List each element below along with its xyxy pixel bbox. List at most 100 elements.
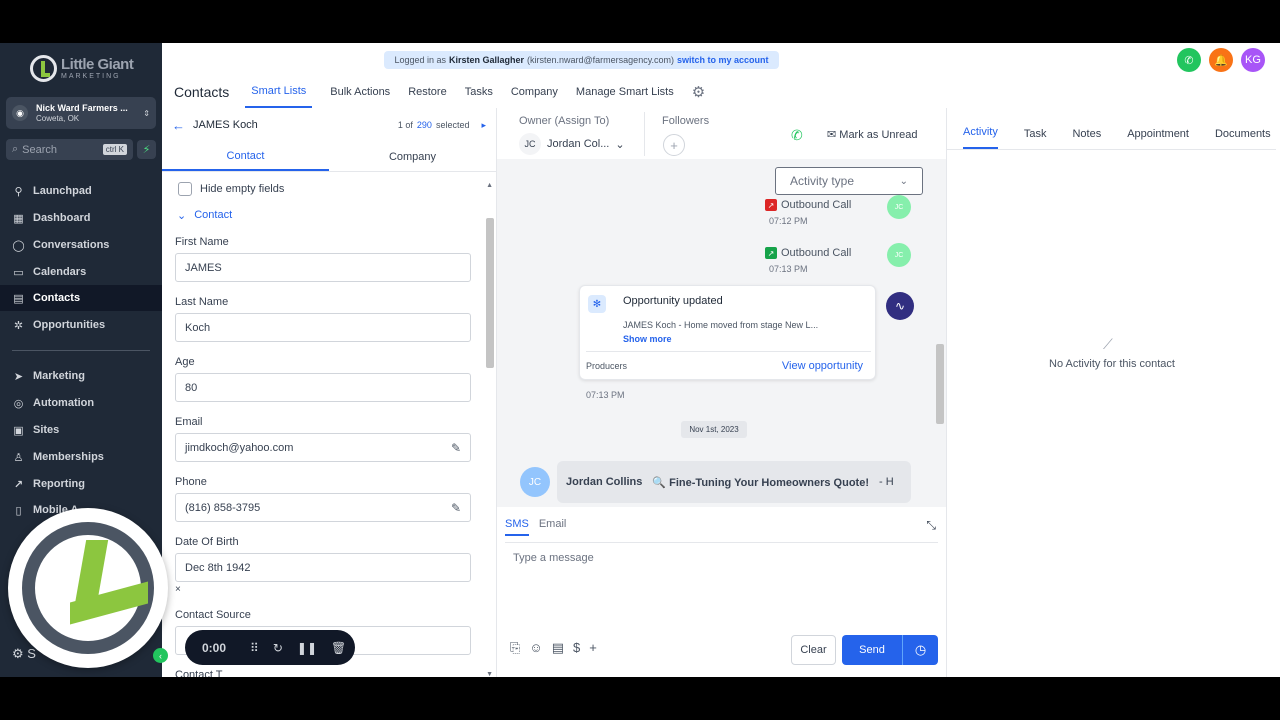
clear-button[interactable]: Clear <box>791 635 836 665</box>
tab-bulk-actions[interactable]: Bulk Actions <box>330 76 390 108</box>
sidebar-item-label: Memberships <box>33 451 104 463</box>
attachment-icon[interactable]: ⎘ <box>510 640 520 656</box>
form-scrollbar[interactable] <box>486 218 494 368</box>
sidebar-item-memberships[interactable]: ♙ Memberships <box>0 444 162 470</box>
last-name-field[interactable]: Koch <box>175 313 471 342</box>
drag-handle-icon[interactable]: ⠿ <box>250 641 259 655</box>
notifications-button[interactable]: 🔔 <box>1209 48 1233 72</box>
age-field[interactable]: 80 <box>175 373 471 402</box>
payment-icon[interactable]: $ <box>573 640 580 656</box>
tab-sms[interactable]: SMS <box>505 518 529 536</box>
calendar-icon: ▭ <box>13 266 24 279</box>
sidebar-item-settings[interactable]: ⚙ S <box>12 646 36 662</box>
tab-restore[interactable]: Restore <box>408 76 447 108</box>
sidebar-item-opportunities[interactable]: ✲ Opportunities <box>0 312 162 338</box>
search-shortcut: ctrl K <box>102 144 127 155</box>
scroll-down-icon[interactable]: ▼ <box>486 671 493 677</box>
tab-notes[interactable]: Notes <box>1072 128 1101 149</box>
tab-activity[interactable]: Activity <box>963 126 998 149</box>
view-opportunity-link[interactable]: View opportunity <box>782 360 863 372</box>
gear-icon[interactable]: ⚙ <box>692 83 705 101</box>
tab-smart-lists[interactable]: Smart Lists <box>245 76 313 108</box>
tab-contact[interactable]: Contact <box>162 142 329 171</box>
sidebar-item-reporting[interactable]: ↗ Reporting <box>0 471 162 497</box>
search-input[interactable]: ⌕ Search ctrl K <box>6 139 133 160</box>
tab-company[interactable]: Company <box>329 142 496 171</box>
owner-avatar: JC <box>519 133 541 155</box>
owner-name: Jordan Col... <box>547 138 610 150</box>
field-label: Phone <box>175 476 207 488</box>
next-contact-icon[interactable]: ▸ <box>481 120 486 131</box>
tab-appointment[interactable]: Appointment <box>1127 128 1189 149</box>
page-count[interactable]: 290 <box>417 120 432 131</box>
email-field[interactable]: jimdkoch@yahoo.com ✎ <box>175 433 471 462</box>
tab-documents[interactable]: Documents <box>1215 128 1271 149</box>
sidebar-item-contacts[interactable]: ▤ Contacts <box>0 285 162 311</box>
phone-button[interactable]: ✆ <box>1177 48 1201 72</box>
field-label: Contact Source <box>175 609 251 621</box>
tab-email[interactable]: Email <box>539 518 567 536</box>
section-contact[interactable]: ⌄ Contact <box>175 209 471 222</box>
sidebar-item-label: Marketing <box>33 370 85 382</box>
tab-manage-smart-lists[interactable]: Manage Smart Lists <box>576 76 674 108</box>
back-arrow-icon[interactable]: ← <box>172 118 185 133</box>
impersonation-banner: Logged in as Kirsten Gallagher (kirsten.… <box>384 51 779 69</box>
collapse-icon[interactable]: ⤡ <box>926 518 936 533</box>
account-switcher[interactable]: ◉ Nick Ward Farmers ... Coweta, OK ⇕ <box>6 97 156 129</box>
collapse-sidebar-button[interactable]: ‹ <box>153 648 168 663</box>
pencil-icon[interactable]: ✎ <box>451 441 461 455</box>
first-name-field[interactable]: JAMES <box>175 253 471 282</box>
template-icon[interactable]: ▤ <box>552 640 564 656</box>
hide-empty-toggle[interactable]: Hide empty fields <box>175 182 471 196</box>
mark-unread-button[interactable]: ✉ Mark as Unread <box>827 128 918 141</box>
pause-icon[interactable]: ❚❚ <box>297 641 317 655</box>
sidebar-item-label: Automation <box>33 397 95 409</box>
contact-header: ← JAMES Koch 1 of 290 selected ▸ <box>162 108 496 142</box>
brand-logo[interactable]: Little Giant MARKETING <box>30 55 134 82</box>
pencil-icon[interactable]: ✎ <box>451 501 461 515</box>
show-more-link[interactable]: Show more <box>623 334 672 344</box>
checkbox[interactable] <box>178 182 192 196</box>
checkbox-label: Hide empty fields <box>200 183 285 195</box>
scroll-up-icon[interactable]: ▲ <box>486 182 493 189</box>
chart-icon: ⟋ <box>1103 336 1113 352</box>
emoji-icon[interactable]: ☺ <box>529 640 542 656</box>
sidebar-item-calendars[interactable]: ▭ Calendars <box>0 259 162 285</box>
add-follower-button[interactable]: + <box>663 134 685 156</box>
field-value: JAMES <box>185 261 222 274</box>
schedule-icon[interactable]: ◷ <box>902 635 938 665</box>
dob-field[interactable]: Dec 8th 1942 <box>175 553 471 582</box>
trash-icon[interactable]: 🗑 <box>331 641 346 655</box>
sidebar-item-marketing[interactable]: ➤ Marketing <box>0 363 162 389</box>
send-button[interactable]: Send ◷ <box>842 635 938 665</box>
tab-tasks[interactable]: Tasks <box>465 76 493 108</box>
sidebar-item-conversations[interactable]: ◯ Conversations <box>0 232 162 258</box>
sidebar-item-launchpad[interactable]: ⚲ Launchpad <box>0 178 162 204</box>
clear-dob-icon[interactable]: × <box>175 584 471 595</box>
tab-company[interactable]: Company <box>511 76 558 108</box>
tab-task[interactable]: Task <box>1024 128 1047 149</box>
chevron-updown-icon: ⇕ <box>143 108 150 118</box>
sidebar-item-automation[interactable]: ◎ Automation <box>0 390 162 416</box>
feed-scrollbar[interactable] <box>936 344 944 424</box>
owner-select[interactable]: JC Jordan Col... ⌄ <box>519 133 625 155</box>
call-time: 07:12 PM <box>769 216 808 226</box>
phone-field[interactable]: (816) 858-3795 ✎ <box>175 493 471 522</box>
activity-type-select[interactable]: Activity type ⌄ <box>775 167 923 195</box>
sidebar-item-sites[interactable]: ▣ Sites <box>0 417 162 443</box>
plus-icon[interactable]: + <box>589 640 597 656</box>
email-message[interactable]: Jordan Collins 🔍 Fine-Tuning Your Homeow… <box>557 461 911 503</box>
sidebar-item-label: Conversations <box>33 239 110 251</box>
call-button[interactable]: ✆ <box>791 127 803 144</box>
message-input[interactable]: Type a message <box>513 552 594 564</box>
switch-account-link[interactable]: switch to my account <box>677 55 769 65</box>
top-nav: Contacts Smart Lists Bulk Actions Restor… <box>162 76 1280 108</box>
quick-action-button[interactable]: ⚡ <box>137 140 156 159</box>
avatar: JC <box>520 467 550 497</box>
memberships-icon: ♙ <box>13 451 24 464</box>
restart-icon[interactable]: ↻ <box>273 641 283 655</box>
opportunity-title: Opportunity updated <box>623 295 723 307</box>
avatar: JC <box>887 195 911 219</box>
user-avatar[interactable]: KG <box>1241 48 1265 72</box>
sidebar-item-dashboard[interactable]: ▦ Dashboard <box>0 205 162 231</box>
